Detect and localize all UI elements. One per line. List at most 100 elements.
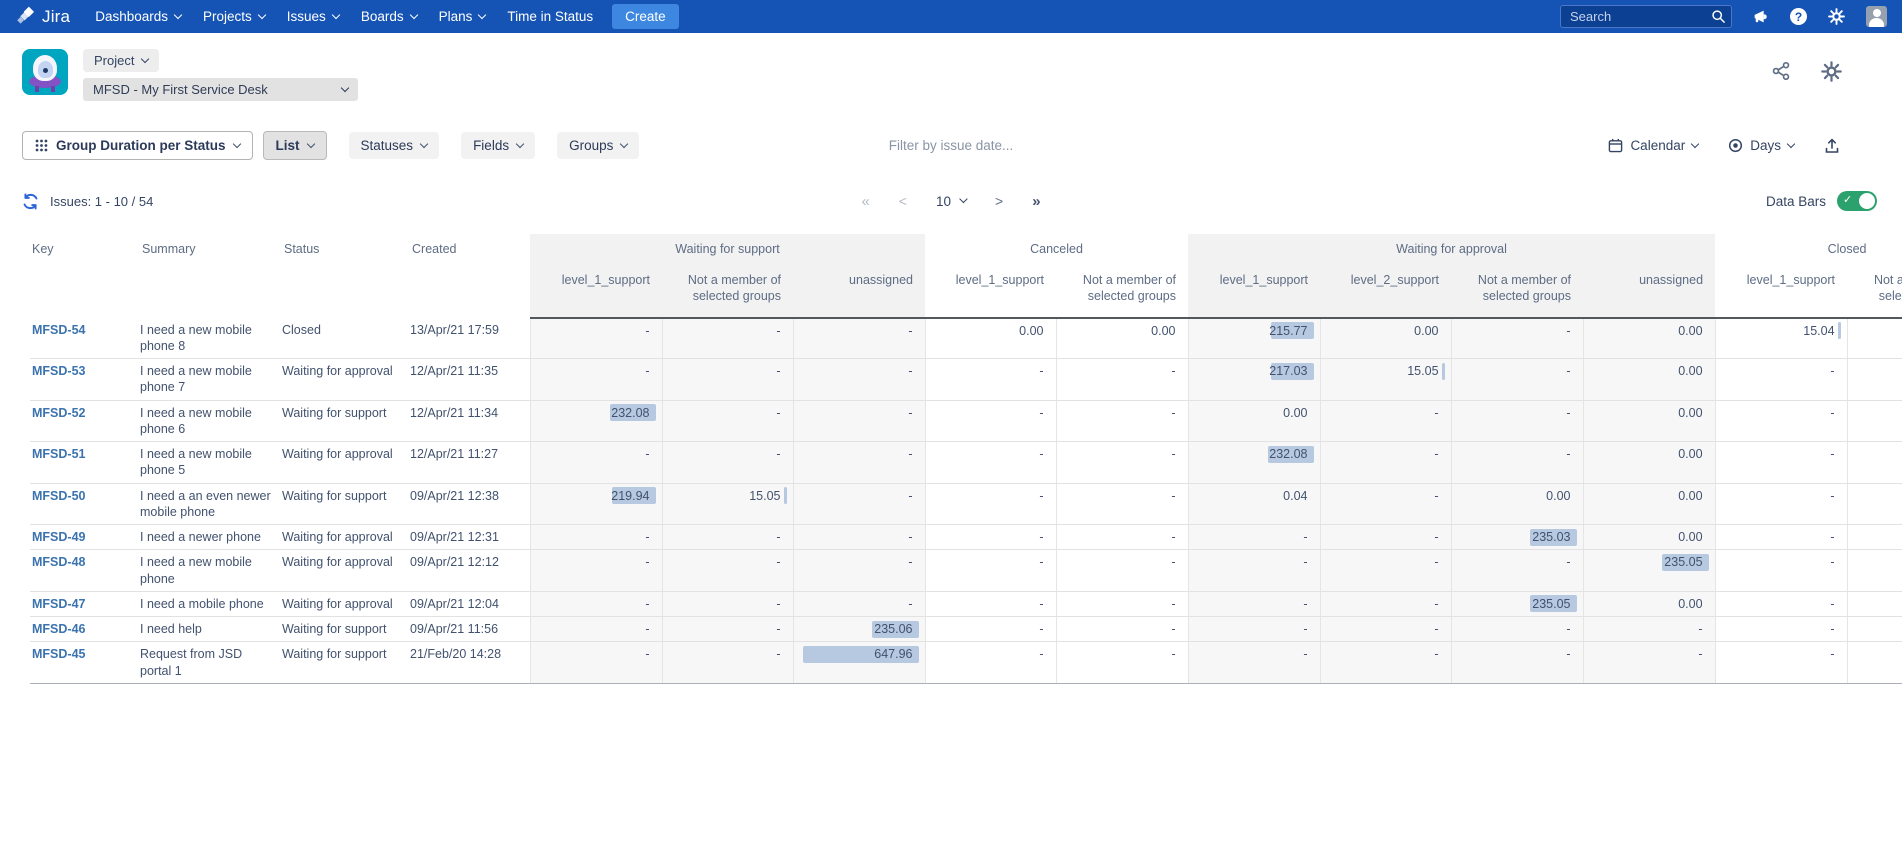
group-column-header-level-2-support[interactable]: level_2_support	[1320, 264, 1451, 318]
column-header-summary[interactable]: Summary	[140, 234, 282, 318]
table-row: MFSD-50I need a an even newer mobile pho…	[30, 483, 1902, 525]
project-select[interactable]: MFSD - My First Service Desk	[83, 78, 358, 101]
duration-cell: -	[1715, 550, 1847, 592]
calendar-label: Calendar	[1630, 138, 1685, 153]
duration-value: -	[1830, 406, 1834, 420]
duration-cell: -	[530, 318, 662, 359]
duration-cell: -	[793, 550, 925, 592]
duration-value: 647.96	[874, 647, 912, 661]
report-type-button[interactable]: Group Duration per Status	[22, 131, 253, 160]
share-icon[interactable]	[1771, 61, 1791, 82]
report-scope-chip[interactable]: Project	[83, 49, 159, 72]
chevron-down-icon	[341, 83, 349, 91]
issue-key-link[interactable]: MFSD-53	[32, 364, 85, 378]
column-header-status[interactable]: Status	[282, 234, 410, 318]
time-unit-button[interactable]: Days	[1728, 138, 1794, 153]
nav-item-time-in-status[interactable]: Time in Status	[496, 0, 604, 33]
export-button[interactable]	[1824, 138, 1840, 154]
status-group-header-canceled: Canceled	[925, 234, 1188, 264]
group-column-header-level-1-support[interactable]: level_1_support	[1715, 264, 1847, 318]
nav-item-boards[interactable]: Boards	[350, 0, 428, 33]
issue-key-link[interactable]: MFSD-51	[32, 447, 85, 461]
duration-cell: -	[530, 359, 662, 401]
help-icon[interactable]: ?	[1790, 8, 1807, 25]
issue-key-link[interactable]: MFSD-54	[32, 323, 85, 337]
calendar-button[interactable]: Calendar	[1608, 138, 1698, 153]
issue-key-link[interactable]: MFSD-46	[32, 622, 85, 636]
table-row: MFSD-47I need a mobile phoneWaiting for …	[30, 591, 1902, 616]
gear-icon[interactable]	[1821, 61, 1842, 82]
duration-cell: 0.00	[1056, 318, 1188, 359]
duration-value: -	[1171, 364, 1175, 378]
duration-value: -	[1830, 364, 1834, 378]
refresh-icon[interactable]	[22, 193, 39, 210]
fields-button[interactable]: Fields	[461, 132, 535, 159]
issue-status-cell: Waiting for support	[282, 400, 410, 442]
duration-cell: -	[1715, 359, 1847, 401]
duration-value: 15.05	[749, 489, 780, 503]
statuses-label: Statuses	[361, 138, 414, 153]
duration-cell: -	[662, 359, 793, 401]
duration-cell: -	[1451, 359, 1583, 401]
search-icon	[1711, 9, 1726, 24]
nav-item-label: Time in Status	[507, 9, 593, 24]
first-page-button[interactable]: «	[861, 193, 869, 210]
duration-cell	[1847, 525, 1902, 550]
issue-status-cell: Waiting for approval	[282, 525, 410, 550]
settings-icon[interactable]	[1828, 8, 1845, 25]
issue-key-link[interactable]: MFSD-48	[32, 555, 85, 569]
issue-key-link[interactable]: MFSD-45	[32, 647, 85, 661]
create-button[interactable]: Create	[612, 4, 679, 29]
nav-item-projects[interactable]: Projects	[192, 0, 276, 33]
group-column-header-level-1-support[interactable]: level_1_support	[925, 264, 1056, 318]
duration-cell: -	[925, 617, 1056, 642]
duration-cell: 0.04	[1188, 483, 1320, 525]
issue-key-link[interactable]: MFSD-52	[32, 406, 85, 420]
jira-logo[interactable]: Jira	[14, 6, 70, 28]
duration-cell: -	[1056, 617, 1188, 642]
group-column-header-not-a-member-of-selected-groups[interactable]: Not a member of selected groups	[1847, 264, 1902, 318]
last-page-button[interactable]: »	[1032, 193, 1040, 210]
issue-key-link[interactable]: MFSD-50	[32, 489, 85, 503]
group-column-header-level-1-support[interactable]: level_1_support	[1188, 264, 1320, 318]
issue-key-link[interactable]: MFSD-47	[32, 597, 85, 611]
table-row: MFSD-52I need a new mobile phone 6Waitin…	[30, 400, 1902, 442]
next-page-button[interactable]: >	[995, 193, 1003, 209]
duration-cell: -	[1056, 591, 1188, 616]
page-size-select[interactable]: 10	[936, 194, 966, 209]
statuses-button[interactable]: Statuses	[349, 132, 440, 159]
issue-summary-cell: I need a new mobile phone 8	[140, 318, 282, 359]
issue-status-cell: Waiting for approval	[282, 550, 410, 592]
column-header-key[interactable]: Key	[30, 234, 140, 318]
list-view-button[interactable]: List	[263, 131, 327, 160]
duration-cell: -	[1715, 617, 1847, 642]
duration-cell: -	[1188, 525, 1320, 550]
groups-button[interactable]: Groups	[557, 132, 639, 159]
issue-key-link[interactable]: MFSD-49	[32, 530, 85, 544]
project-avatar-icon[interactable]	[22, 49, 68, 95]
group-column-header-not-a-member-of-selected-groups[interactable]: Not a member of selected groups	[1451, 264, 1583, 318]
duration-value: -	[1566, 647, 1570, 661]
duration-value: -	[1039, 530, 1043, 544]
search-input[interactable]	[1560, 5, 1732, 28]
nav-item-dashboards[interactable]: Dashboards	[84, 0, 192, 33]
announcement-icon[interactable]	[1752, 8, 1769, 25]
duration-value: 0.00	[1546, 489, 1570, 503]
group-column-header-level-1-support[interactable]: level_1_support	[530, 264, 662, 318]
column-header-created[interactable]: Created	[410, 234, 530, 318]
duration-cell: -	[793, 400, 925, 442]
duration-value: -	[1830, 647, 1834, 661]
group-column-header-not-a-member-of-selected-groups[interactable]: Not a member of selected groups	[1056, 264, 1188, 318]
issues-count: Issues: 1 - 10 / 54	[50, 194, 153, 209]
issue-date-filter-input[interactable]	[791, 138, 1111, 153]
duration-cell	[1847, 400, 1902, 442]
nav-item-plans[interactable]: Plans	[428, 0, 497, 33]
data-bars-toggle[interactable]: ✓	[1837, 191, 1877, 211]
duration-cell: -	[1583, 642, 1715, 684]
group-column-header-not-a-member-of-selected-groups[interactable]: Not a member of selected groups	[662, 264, 793, 318]
prev-page-button[interactable]: <	[899, 193, 907, 209]
user-avatar[interactable]	[1866, 6, 1887, 27]
group-column-header-unassigned[interactable]: unassigned	[1583, 264, 1715, 318]
group-column-header-unassigned[interactable]: unassigned	[793, 264, 925, 318]
nav-item-issues[interactable]: Issues	[276, 0, 350, 33]
